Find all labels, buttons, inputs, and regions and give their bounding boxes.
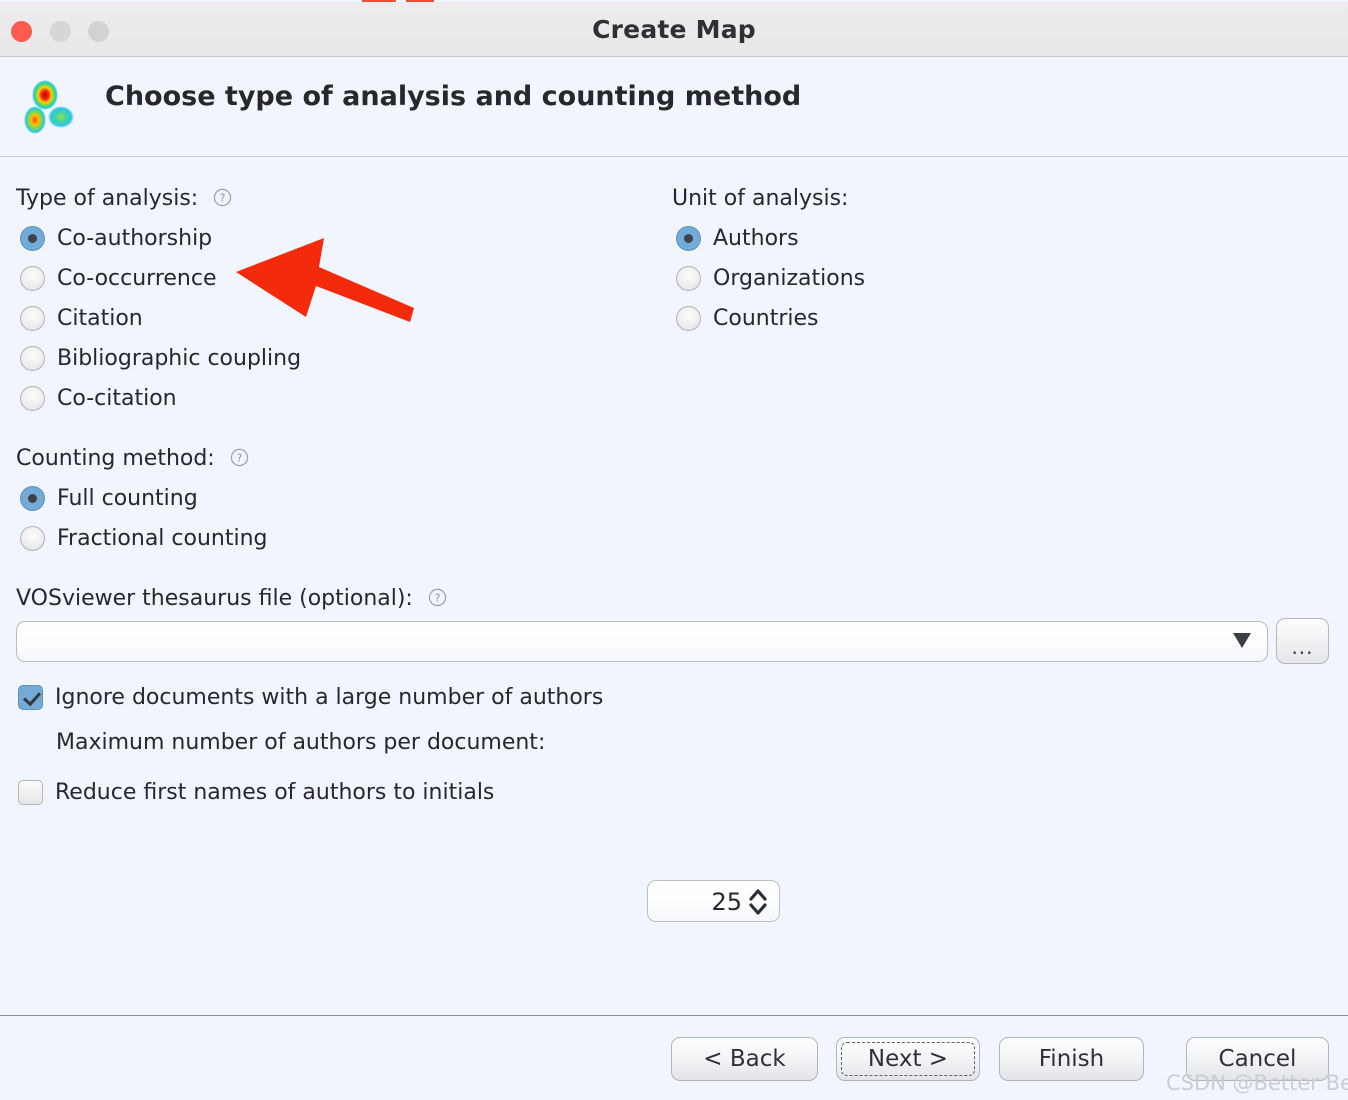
radio-label: Organizations xyxy=(713,266,866,291)
radio-indicator[interactable] xyxy=(676,226,701,251)
checkbox-label: Reduce first names of authors to initial… xyxy=(55,780,495,805)
chevron-down-icon[interactable] xyxy=(1233,633,1251,648)
help-icon[interactable]: ? xyxy=(428,588,447,607)
dialog-content: Type of analysis: ? Co-authorship Co-occ… xyxy=(0,158,1348,1015)
radio-label: Co-authorship xyxy=(57,226,213,251)
help-icon[interactable]: ? xyxy=(230,448,249,467)
thesaurus-file-label: VOSviewer thesaurus file (optional): ? xyxy=(16,586,447,611)
checkbox-indicator[interactable] xyxy=(18,780,43,805)
radio-type-co-authorship[interactable]: Co-authorship xyxy=(20,226,212,251)
radio-indicator[interactable] xyxy=(20,486,45,511)
max-authors-label: Maximum number of authors per document: xyxy=(56,730,546,755)
finish-button[interactable]: Finish xyxy=(999,1037,1144,1081)
thesaurus-file-combobox[interactable] xyxy=(16,621,1268,662)
counting-method-label: Counting method: ? xyxy=(16,446,249,471)
help-icon[interactable]: ? xyxy=(213,188,232,207)
radio-unit-authors[interactable]: Authors xyxy=(676,226,799,251)
radio-label: Co-occurrence xyxy=(57,266,217,291)
checkbox-ignore-large-documents[interactable]: Ignore documents with a large number of … xyxy=(18,685,603,710)
unit-of-analysis-label: Unit of analysis: xyxy=(672,186,848,211)
unit-of-analysis-label-text: Unit of analysis: xyxy=(672,186,849,211)
create-map-dialog: Create Map Choose type of analysis and c… xyxy=(0,0,1348,1100)
radio-indicator[interactable] xyxy=(676,266,701,291)
radio-label: Countries xyxy=(713,306,819,331)
radio-counting-fractional[interactable]: Fractional counting xyxy=(20,526,268,551)
radio-label: Co-citation xyxy=(57,386,177,411)
next-button[interactable]: Next > xyxy=(836,1037,980,1081)
type-of-analysis-label: Type of analysis: ? xyxy=(16,186,232,211)
radio-indicator[interactable] xyxy=(676,306,701,331)
radio-label: Full counting xyxy=(57,486,198,511)
max-authors-value[interactable]: 25 xyxy=(648,888,742,916)
dialog-header: Choose type of analysis and counting met… xyxy=(0,57,1348,157)
svg-text:?: ? xyxy=(220,192,226,204)
radio-indicator[interactable] xyxy=(20,306,45,331)
watermark: CSDN @Better Bench xyxy=(1166,1071,1348,1095)
radio-type-citation[interactable]: Citation xyxy=(20,306,143,331)
radio-label: Fractional counting xyxy=(57,526,268,551)
radio-indicator[interactable] xyxy=(20,386,45,411)
svg-text:?: ? xyxy=(236,452,242,464)
dialog-header-title: Choose type of analysis and counting met… xyxy=(105,81,802,112)
back-button[interactable]: < Back xyxy=(671,1037,818,1081)
max-authors-spinner[interactable]: 25 xyxy=(647,880,780,922)
counting-method-label-text: Counting method: xyxy=(16,446,215,471)
radio-indicator[interactable] xyxy=(20,266,45,291)
radio-label: Citation xyxy=(57,306,143,331)
checkbox-indicator[interactable] xyxy=(18,685,43,710)
checkbox-label: Ignore documents with a large number of … xyxy=(55,685,604,710)
window-titlebar: Create Map xyxy=(0,2,1348,57)
radio-label: Authors xyxy=(713,226,799,251)
dialog-footer: < Back Next > Finish Cancel xyxy=(0,1015,1348,1100)
radio-unit-countries[interactable]: Countries xyxy=(676,306,819,331)
radio-indicator[interactable] xyxy=(20,226,45,251)
thesaurus-file-label-text: VOSviewer thesaurus file (optional): xyxy=(16,586,413,611)
radio-type-bibliographic-coupling[interactable]: Bibliographic coupling xyxy=(20,346,301,371)
radio-indicator[interactable] xyxy=(20,346,45,371)
radio-indicator[interactable] xyxy=(20,526,45,551)
radio-label: Bibliographic coupling xyxy=(57,346,302,371)
thesaurus-browse-button[interactable]: ... xyxy=(1276,618,1329,664)
window-title: Create Map xyxy=(592,15,756,44)
spinner-arrows-icon[interactable] xyxy=(747,886,769,918)
radio-type-co-occurrence[interactable]: Co-occurrence xyxy=(20,266,217,291)
radio-counting-full[interactable]: Full counting xyxy=(20,486,198,511)
checkbox-reduce-first-names[interactable]: Reduce first names of authors to initial… xyxy=(18,780,494,805)
vosviewer-density-logo-icon xyxy=(24,80,74,134)
type-of-analysis-label-text: Type of analysis: xyxy=(16,186,199,211)
radio-unit-organizations[interactable]: Organizations xyxy=(676,266,865,291)
radio-type-co-citation[interactable]: Co-citation xyxy=(20,386,177,411)
svg-text:?: ? xyxy=(435,592,441,604)
focus-ring xyxy=(841,1042,975,1076)
